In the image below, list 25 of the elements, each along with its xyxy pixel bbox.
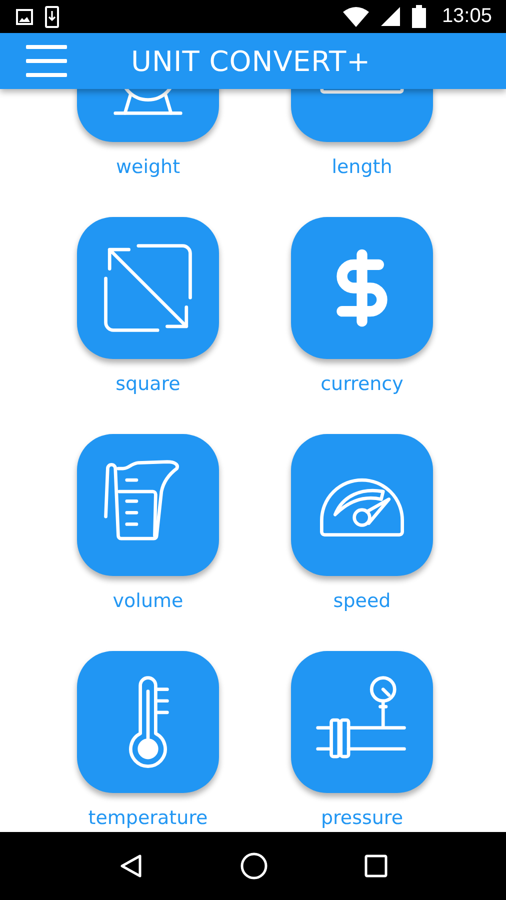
home-button[interactable] (240, 852, 268, 880)
wifi-icon (342, 6, 369, 26)
unit-tile[interactable] (291, 651, 433, 793)
unit-label: length (332, 155, 392, 179)
app-title: UNIT CONVERT+ (131, 44, 371, 78)
unit-tile[interactable] (77, 217, 219, 359)
unit-label: pressure (320, 806, 404, 830)
unit-tile[interactable] (77, 434, 219, 576)
unit-tile[interactable] (77, 651, 219, 793)
unit-label: weight (116, 155, 180, 179)
unit-tile[interactable] (291, 434, 433, 576)
unit-label: temperature (88, 806, 208, 830)
signal-icon (380, 7, 400, 26)
download-icon (45, 6, 59, 28)
back-button[interactable] (118, 853, 144, 879)
unit-label: currency (320, 372, 404, 396)
unit-label: square (116, 372, 180, 396)
menu-button[interactable] (26, 45, 67, 77)
image-icon (16, 8, 33, 24)
recents-button[interactable] (364, 854, 388, 878)
battery-icon (412, 5, 426, 28)
unit-label: volume (112, 589, 184, 613)
clock-time: 13:05 (442, 5, 492, 28)
unit-tile[interactable] (291, 217, 433, 359)
unit-label: speed (333, 589, 391, 613)
